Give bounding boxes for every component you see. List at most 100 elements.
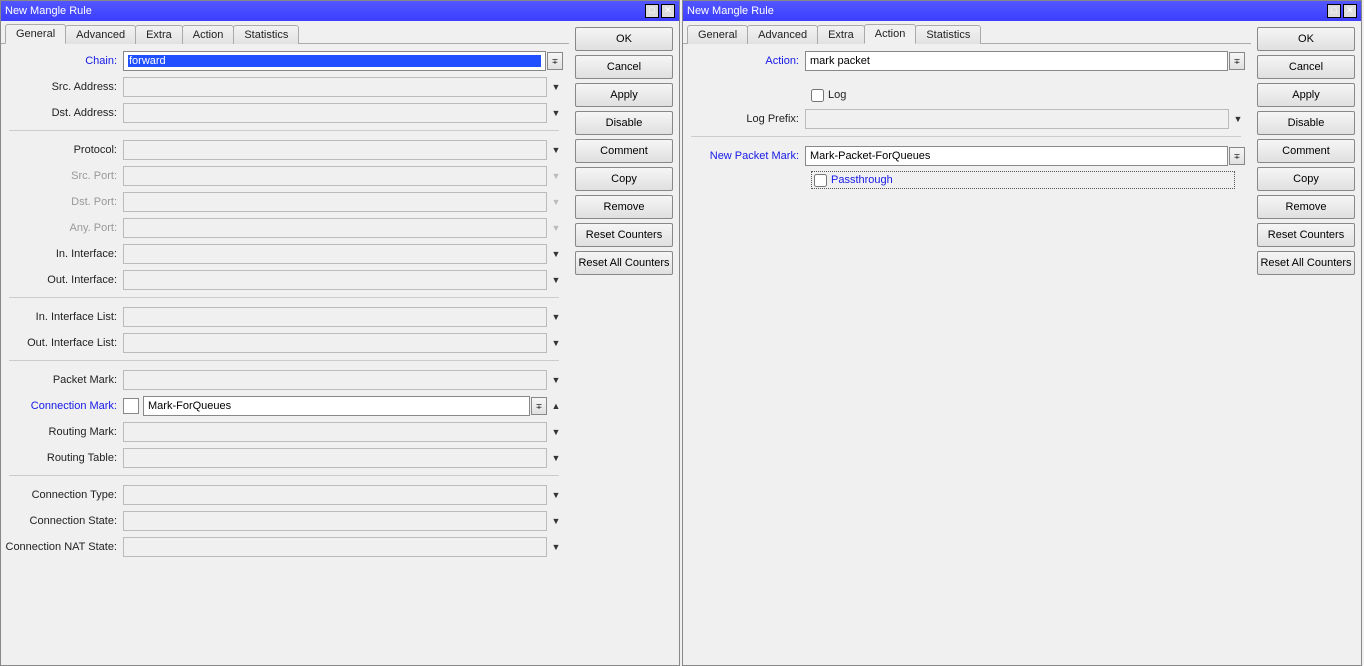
window-left: New Mangle Rule □ ✕ General Advanced Ext…: [0, 0, 680, 666]
connection-type-toggle-icon[interactable]: [549, 490, 563, 500]
routing-mark-field[interactable]: [123, 422, 547, 442]
cancel-button[interactable]: Cancel: [1257, 55, 1355, 79]
comment-button[interactable]: Comment: [1257, 139, 1355, 163]
any-port-field: [123, 218, 547, 238]
copy-button[interactable]: Copy: [1257, 167, 1355, 191]
log-prefix-label: Log Prefix:: [687, 113, 805, 125]
dst-address-field[interactable]: [123, 103, 547, 123]
tab-general[interactable]: General: [687, 25, 748, 44]
out-interface-label: Out. Interface:: [5, 274, 123, 286]
tab-action[interactable]: Action: [182, 25, 235, 44]
remove-button[interactable]: Remove: [575, 195, 673, 219]
log-prefix-toggle-icon[interactable]: [1231, 114, 1245, 124]
connection-mark-toggle-icon[interactable]: [549, 401, 563, 411]
chain-field[interactable]: forward: [123, 51, 546, 71]
tabbar-right: General Advanced Extra Action Statistics: [683, 21, 1251, 44]
in-interface-field[interactable]: [123, 244, 547, 264]
in-interface-toggle-icon[interactable]: [549, 249, 563, 259]
routing-mark-label: Routing Mark:: [5, 426, 123, 438]
disable-button[interactable]: Disable: [575, 111, 673, 135]
connection-nat-state-label: Connection NAT State:: [5, 541, 123, 553]
chain-dropdown-icon[interactable]: ∓: [547, 52, 563, 70]
routing-table-field[interactable]: [123, 448, 547, 468]
reset-counters-button[interactable]: Reset Counters: [1257, 223, 1355, 247]
any-port-label: Any. Port:: [5, 222, 123, 234]
protocol-toggle-icon[interactable]: [549, 145, 563, 155]
disable-button[interactable]: Disable: [1257, 111, 1355, 135]
remove-button[interactable]: Remove: [1257, 195, 1355, 219]
src-address-toggle-icon[interactable]: [549, 82, 563, 92]
in-interface-list-label: In. Interface List:: [5, 311, 123, 323]
connection-state-label: Connection State:: [5, 515, 123, 527]
apply-button[interactable]: Apply: [575, 83, 673, 107]
action-field[interactable]: mark packet: [805, 51, 1228, 71]
connection-state-field[interactable]: [123, 511, 547, 531]
packet-mark-label: Packet Mark:: [5, 374, 123, 386]
connection-nat-state-field[interactable]: [123, 537, 547, 557]
tab-statistics[interactable]: Statistics: [915, 25, 981, 44]
connection-nat-state-toggle-icon[interactable]: [549, 542, 563, 552]
out-interface-field[interactable]: [123, 270, 547, 290]
connection-mark-negate[interactable]: [123, 398, 139, 414]
reset-counters-button[interactable]: Reset Counters: [575, 223, 673, 247]
tab-extra[interactable]: Extra: [135, 25, 183, 44]
src-address-label: Src. Address:: [5, 81, 123, 93]
new-packet-mark-dropdown-icon[interactable]: ∓: [1229, 147, 1245, 165]
comment-button[interactable]: Comment: [575, 139, 673, 163]
routing-table-toggle-icon[interactable]: [549, 453, 563, 463]
log-checkbox[interactable]: [811, 89, 824, 102]
tab-statistics[interactable]: Statistics: [233, 25, 299, 44]
reset-all-counters-button[interactable]: Reset All Counters: [1257, 251, 1355, 275]
window-title: New Mangle Rule: [5, 5, 645, 17]
cancel-button[interactable]: Cancel: [575, 55, 673, 79]
tab-advanced[interactable]: Advanced: [65, 25, 136, 44]
dst-port-label: Dst. Port:: [5, 196, 123, 208]
action-label: Action:: [687, 55, 805, 67]
connection-mark-field[interactable]: Mark-ForQueues: [143, 396, 530, 416]
any-port-toggle-icon: [549, 223, 563, 233]
protocol-label: Protocol:: [5, 144, 123, 156]
in-interface-list-field[interactable]: [123, 307, 547, 327]
apply-button[interactable]: Apply: [1257, 83, 1355, 107]
titlebar-left: New Mangle Rule □ ✕: [1, 1, 679, 21]
dst-port-toggle-icon: [549, 197, 563, 207]
minimize-button[interactable]: □: [645, 4, 659, 18]
button-column-left: OK Cancel Apply Disable Comment Copy Rem…: [569, 21, 679, 665]
connection-type-field[interactable]: [123, 485, 547, 505]
action-dropdown-icon[interactable]: ∓: [1229, 52, 1245, 70]
out-interface-list-toggle-icon[interactable]: [549, 338, 563, 348]
out-interface-toggle-icon[interactable]: [549, 275, 563, 285]
log-checkbox-label: Log: [828, 89, 846, 101]
connection-type-label: Connection Type:: [5, 489, 123, 501]
src-address-field[interactable]: [123, 77, 547, 97]
ok-button[interactable]: OK: [575, 27, 673, 51]
copy-button[interactable]: Copy: [575, 167, 673, 191]
in-interface-list-toggle-icon[interactable]: [549, 312, 563, 322]
routing-mark-toggle-icon[interactable]: [549, 427, 563, 437]
reset-all-counters-button[interactable]: Reset All Counters: [575, 251, 673, 275]
tab-action[interactable]: Action: [864, 24, 917, 44]
protocol-field[interactable]: [123, 140, 547, 160]
connection-mark-label: Connection Mark:: [5, 400, 123, 412]
window-right: New Mangle Rule □ ✕ General Advanced Ext…: [682, 0, 1362, 666]
packet-mark-toggle-icon[interactable]: [549, 375, 563, 385]
src-port-label: Src. Port:: [5, 170, 123, 182]
packet-mark-field[interactable]: [123, 370, 547, 390]
tab-extra[interactable]: Extra: [817, 25, 865, 44]
new-packet-mark-label: New Packet Mark:: [687, 150, 805, 162]
out-interface-list-label: Out. Interface List:: [5, 337, 123, 349]
titlebar-right: New Mangle Rule □ ✕: [683, 1, 1361, 21]
connection-state-toggle-icon[interactable]: [549, 516, 563, 526]
tab-advanced[interactable]: Advanced: [747, 25, 818, 44]
connection-mark-dropdown-icon[interactable]: ∓: [531, 397, 547, 415]
out-interface-list-field[interactable]: [123, 333, 547, 353]
close-button[interactable]: ✕: [1343, 4, 1357, 18]
new-packet-mark-field[interactable]: Mark-Packet-ForQueues: [805, 146, 1228, 166]
log-prefix-field[interactable]: [805, 109, 1229, 129]
dst-address-toggle-icon[interactable]: [549, 108, 563, 118]
passthrough-checkbox[interactable]: [814, 174, 827, 187]
close-button[interactable]: ✕: [661, 4, 675, 18]
ok-button[interactable]: OK: [1257, 27, 1355, 51]
tab-general[interactable]: General: [5, 24, 66, 44]
minimize-button[interactable]: □: [1327, 4, 1341, 18]
